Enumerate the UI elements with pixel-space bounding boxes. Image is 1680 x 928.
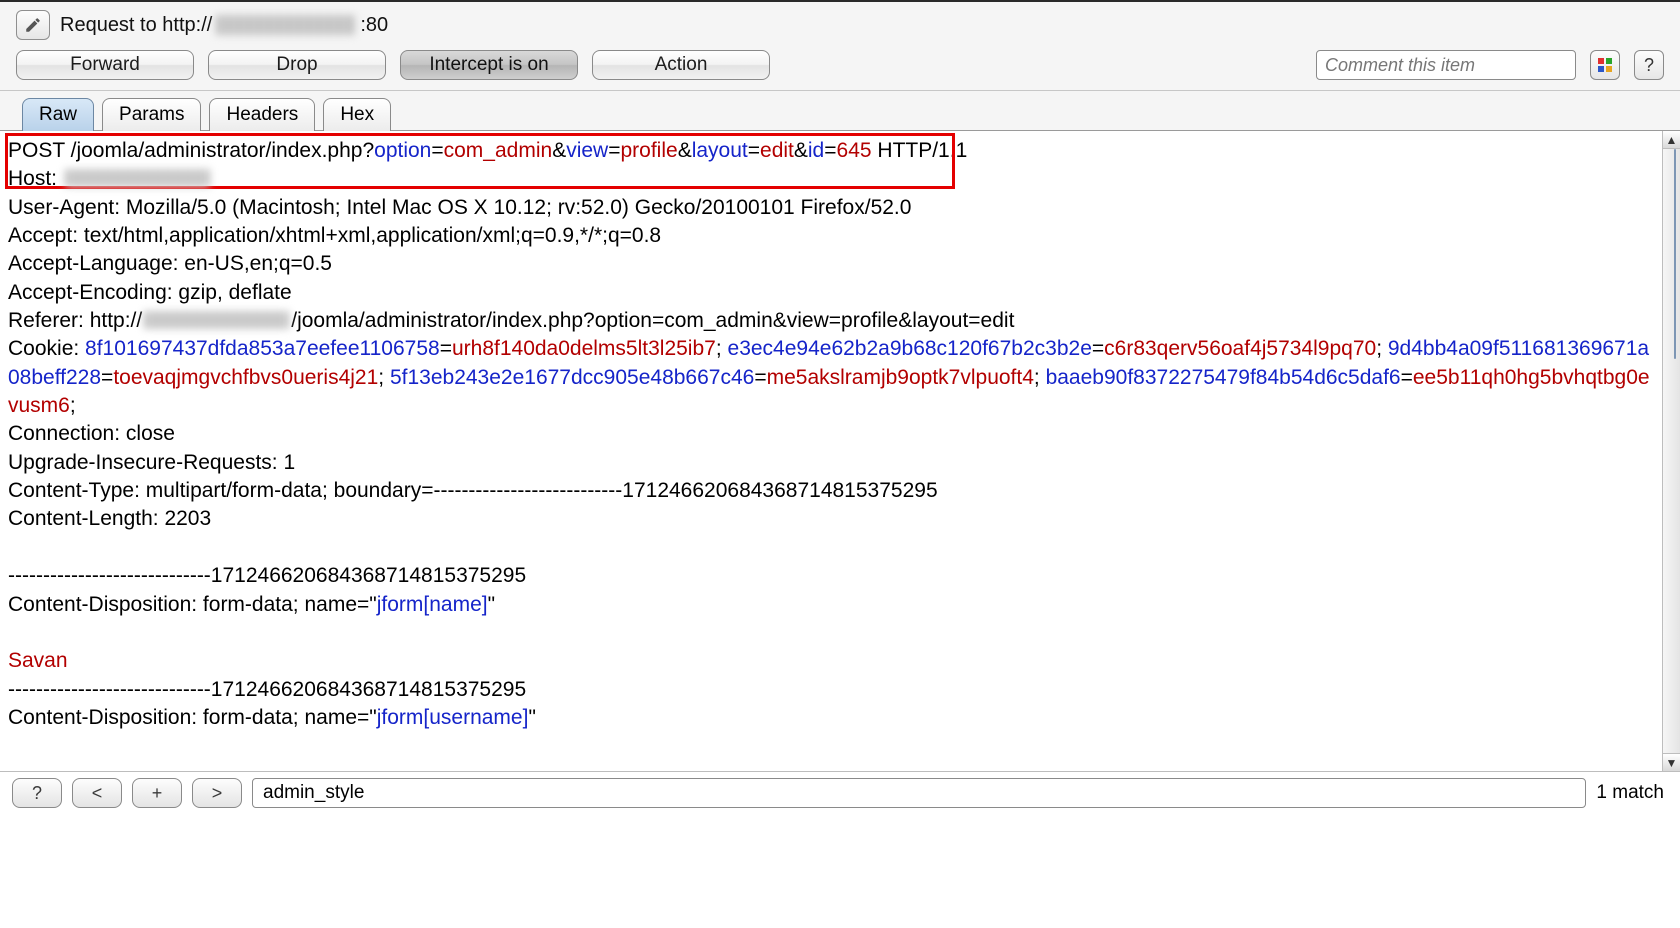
edit-target-button[interactable] [16,10,50,40]
search-next-button[interactable]: > [192,778,242,808]
search-prev-button[interactable]: < [72,778,122,808]
scroll-down-arrow[interactable]: ▼ [1663,753,1680,771]
message-tab-row: Raw Params Headers Hex [0,91,1680,131]
tab-hex[interactable]: Hex [323,98,391,131]
action-button[interactable]: Action [592,50,770,80]
search-input[interactable] [252,778,1586,808]
forward-button[interactable]: Forward [16,50,194,80]
scroll-thumb[interactable] [1674,149,1676,359]
scroll-up-arrow[interactable]: ▲ [1663,131,1680,149]
intercept-toggle-button[interactable]: Intercept is on [400,50,578,80]
message-content-wrap: POST /joomla/administrator/index.php?opt… [0,131,1680,771]
raw-request-editor[interactable]: POST /joomla/administrator/index.php?opt… [0,131,1662,771]
match-count-label: 1 match [1596,782,1668,804]
tab-headers[interactable]: Headers [209,98,315,131]
highlight-color-button[interactable] [1590,50,1620,80]
request-target-text: Request to http://:80 [60,14,388,37]
request-info-row: Request to http://:80 [0,2,1680,46]
tab-params[interactable]: Params [102,98,201,131]
comment-input[interactable] [1316,50,1576,80]
pencil-icon [24,16,42,34]
search-bar: ? < + > 1 match [0,771,1680,816]
redacted-host [216,15,356,35]
search-add-button[interactable]: + [132,778,182,808]
help-button[interactable]: ? [1634,50,1664,80]
color-grid-icon [1598,58,1612,72]
search-help-button[interactable]: ? [12,778,62,808]
vertical-scrollbar[interactable]: ▲ ▼ [1662,131,1680,771]
toolbar: Forward Drop Intercept is on Action ? [0,46,1680,91]
tab-raw[interactable]: Raw [22,98,94,131]
drop-button[interactable]: Drop [208,50,386,80]
